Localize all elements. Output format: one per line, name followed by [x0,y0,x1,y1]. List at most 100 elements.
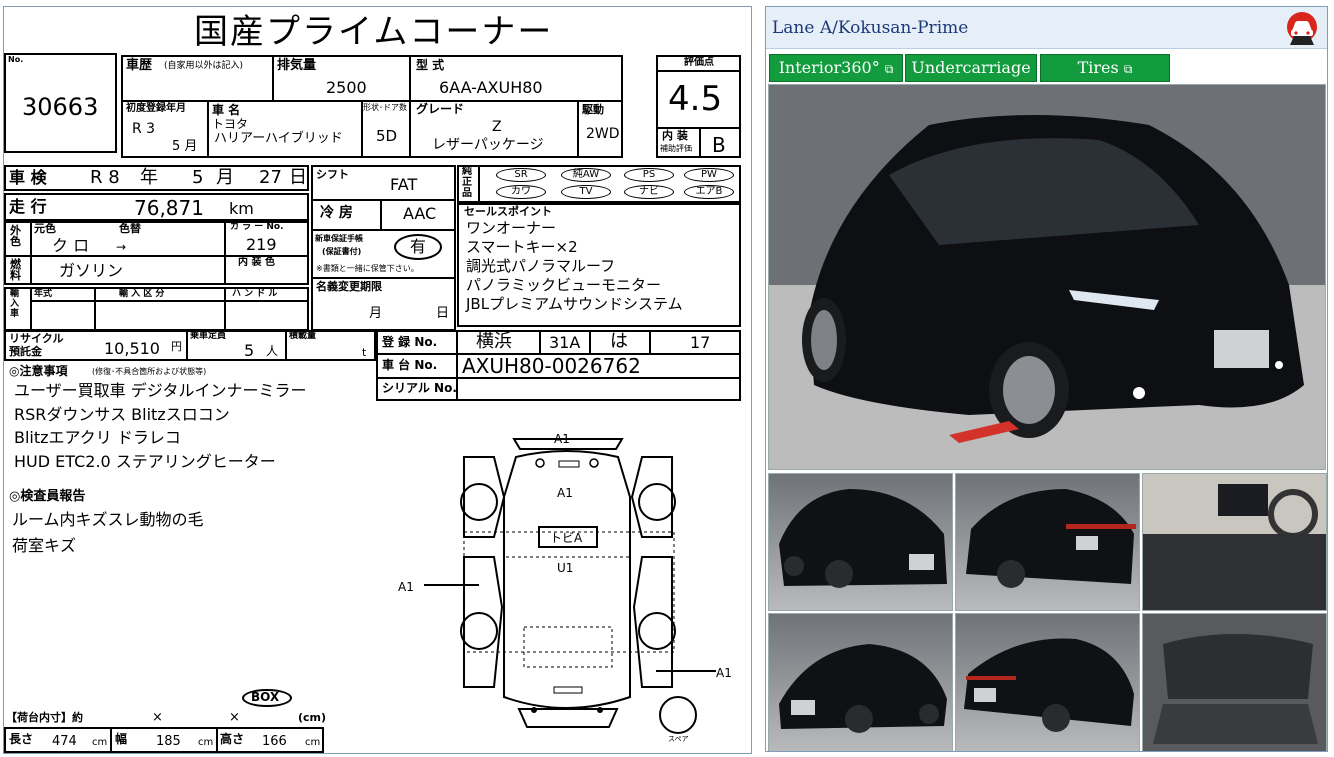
capacity-value: 5 [244,341,255,360]
chassis-value: AXUH80-0026762 [462,354,641,378]
import-label: 輸入車 [10,289,20,319]
recycle-unit: 円 [171,340,182,353]
interior360-button[interactable]: Interior360° ⧉ [769,54,903,82]
cargo-unit: (cm) [298,711,327,724]
inspection-label: 車 検 [9,168,47,187]
note-line-4: HUD ETC2.0 ステアリングヒーター [14,452,276,471]
interior360-label: Interior360° [778,58,880,77]
diagram-label-top: A1 [554,432,570,446]
reg-kana: は [610,331,628,352]
color-change-label: 色替 [119,222,141,235]
notes-label: ◎注意事項 [9,364,68,378]
height-unit: cm [305,737,321,748]
equip-leather: カワ [496,185,546,199]
car-name-label: 車 名 [212,103,241,117]
external-link-icon: ⧉ [884,62,894,76]
mileage-value: 76,871 [134,196,204,220]
equip-ps: PS [624,168,674,182]
diagram-label-spare: スペア [668,735,689,743]
sheet-title: 国産プライムコーナー [194,12,554,52]
load-label: 積載量 [289,331,317,341]
undercarriage-button[interactable]: Undercarriage ⧉ [905,54,1037,102]
auction-sheet: 国産プライムコーナー No. 30663 車歴 (自家用以外は記入) 排気量 2… [3,6,752,754]
thumb-dashboard[interactable] [1142,473,1327,611]
reg-place: 横浜 [476,331,512,352]
history-label: 車歴 [126,58,153,73]
inspector-line-2: 荷室キズ [12,536,77,555]
thumb-rear-seats[interactable] [1142,613,1327,751]
equip-navi: ナビ [624,185,674,199]
inspector-label: ◎検査員報告 [9,489,86,504]
inspection-month-unit: 月 [216,167,234,188]
note-line-1: ユーザー買取車 デジタルインナーミラー [14,381,307,400]
recycle-label-2: 預託金 [9,345,42,358]
car-thumb-illustration [779,644,947,733]
inspector-line-1: ルーム内キズスレ動物の毛 [12,510,204,529]
main-car-photo[interactable] [768,84,1326,470]
car-alert-icon[interactable] [1284,11,1320,47]
first-reg-value: R 3 [132,121,156,137]
manual-value: 有 [410,237,427,256]
drive-value: 2WD [586,126,620,142]
equip-sr: SR [496,168,546,182]
length-value: 474 [52,734,77,749]
first-reg-label: 初度登録年月 [126,103,186,114]
tires-label: Tires [1077,58,1119,77]
notes-sub: (修復･不具合箇所および状態等) [92,367,207,376]
thumb-front-right[interactable] [768,613,953,751]
sales-point-4: パノラミックビューモニター [466,276,662,294]
inspection-day: 27 [259,167,282,188]
undercarriage-label: Undercarriage [911,58,1031,77]
sales-label: セールスポイント [464,205,552,218]
car-name-value: ハリアーハイブリッド [214,131,343,146]
width-value: 185 [156,734,181,749]
handle-label: ハ ン ド ル [232,289,278,299]
name-change-label: 名義変更期限 [316,280,382,293]
ac-label: 冷 房 [320,205,353,221]
color-value: ク ロ [52,236,90,255]
displacement-value: 2500 [326,78,367,97]
int-color-label: 内 装 色 [238,257,275,268]
reg-number: 17 [690,333,711,352]
manual-label-2: (保証書付) [322,247,362,256]
year-label: 年式 [34,289,53,299]
colorno-value: 219 [246,235,277,254]
car-thumb-illustration [779,489,947,588]
manual-label-1: 新車保証手帳 [315,234,363,243]
car-thumb-illustration [966,489,1136,588]
name-change-day: 日 [436,306,450,321]
equip-label-1: 純 [462,166,472,177]
fuel-value: ガソリン [59,261,124,280]
displacement-label: 排気量 [277,58,317,73]
reg-label: 登 録 No. [382,335,438,349]
mileage-unit: km [229,199,254,218]
thumb-front-left[interactable] [768,473,953,611]
maker-value: トヨタ [212,117,249,131]
tires-button[interactable]: Tires ⧉ [1040,54,1170,82]
diagram-label-right: A1 [716,666,732,680]
mileage-label: 走 行 [9,197,47,216]
doors-value: 5D [376,127,398,145]
lot-number: 30663 [22,93,99,121]
sales-point-2: スマートキー×2 [466,238,578,256]
equip-aw: 純AW [561,168,611,182]
colorno-label: カ ラ ー No. [230,222,284,232]
equip-pw: PW [684,168,734,182]
equip-airbag: エアB [684,185,734,199]
shift-label: シフト [316,168,349,181]
width-label: 幅 [115,732,128,746]
equip-tv: TV [561,185,611,199]
length-label: 長さ [9,732,34,746]
interior-thumb-illustration [1143,474,1326,610]
inspection-day-unit: 日 [289,167,307,188]
equip-label-3: 品 [462,188,472,199]
interior-thumb-illustration [1143,614,1326,751]
thumb-rear-right[interactable] [955,613,1140,751]
note-line-3: Blitzエアクリ ドラレコ [14,428,181,447]
model-label: 型 式 [416,58,445,72]
car-front-illustration [769,85,1325,469]
name-change-month: 月 [369,306,383,321]
thumb-rear-left[interactable] [955,473,1140,611]
interior-score: B [712,133,726,157]
model-value: 6AA-AXUH80 [439,78,543,97]
